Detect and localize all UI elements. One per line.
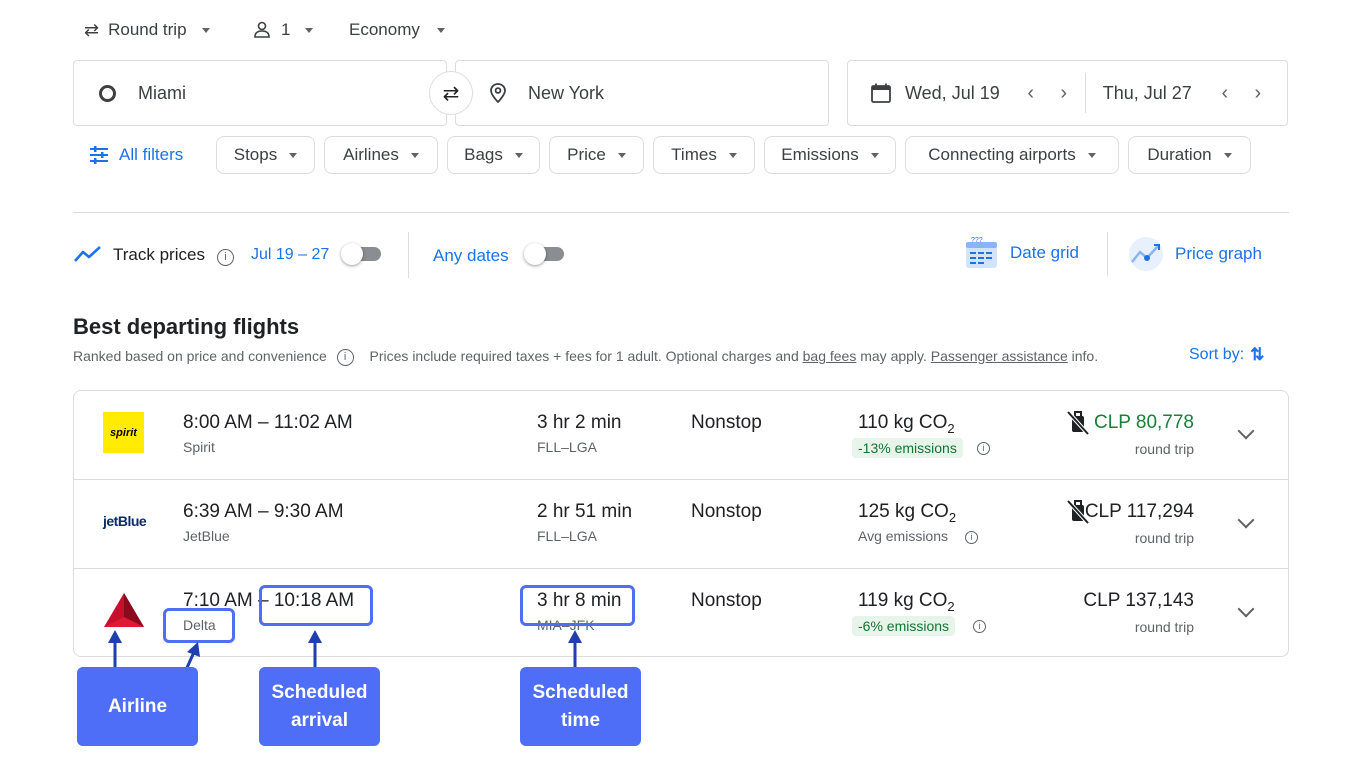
callout-text-line1: Scheduled xyxy=(271,681,368,703)
callout-text: Airline xyxy=(107,695,168,717)
annotation-arrows xyxy=(108,630,582,689)
callout-airline: Airline xyxy=(77,667,198,746)
callout-text-line1: Scheduled xyxy=(532,681,629,703)
callout-text-line2: time xyxy=(560,709,601,731)
callout-scheduled-time: Scheduled time xyxy=(520,667,641,746)
callout-text-line2: arrival xyxy=(290,709,349,731)
callout-scheduled-arrival: Scheduled arrival xyxy=(259,667,380,746)
